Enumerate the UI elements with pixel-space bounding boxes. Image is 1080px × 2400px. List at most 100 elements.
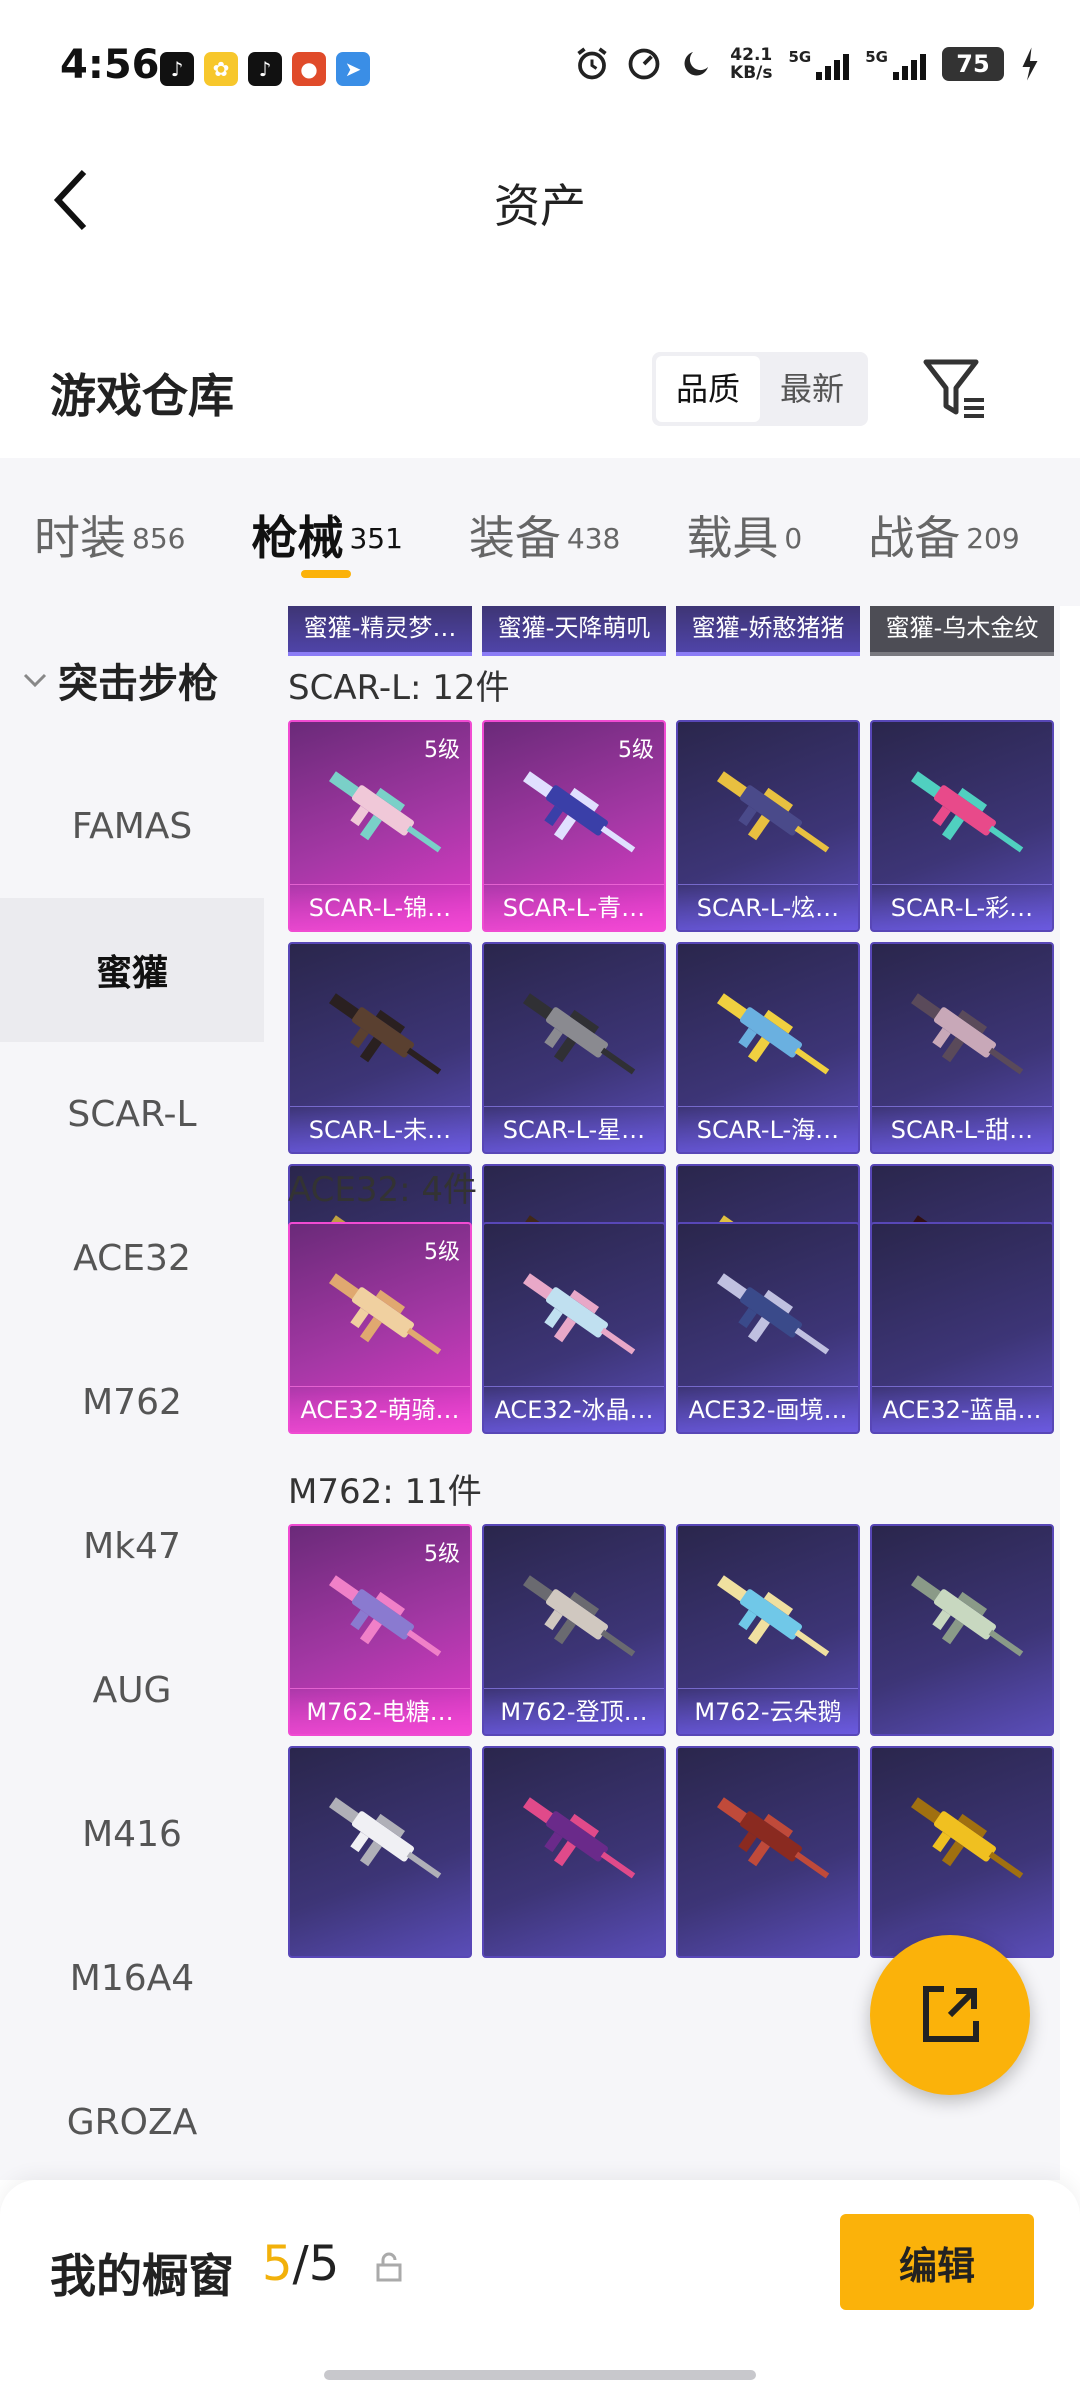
skin-card[interactable]: M762-登顶… (482, 1524, 666, 1736)
rifle-icon (329, 771, 442, 853)
status-time: 4:56 (60, 42, 160, 88)
warehouse-title: 游戏仓库 (50, 369, 234, 423)
signal-strength-1: 5G (789, 48, 850, 80)
showcase-count: 5/5 (262, 2236, 340, 2292)
level-badge: 5级 (618, 738, 654, 763)
rifle-icon (717, 1273, 830, 1355)
skin-card[interactable]: 蜜獾-乌木金纹 (870, 606, 1054, 656)
skin-grid: 5级 ACE32-萌骑… ACE32-冰晶… ACE32-画境… ACE32-蓝晶… (288, 1222, 1054, 1434)
skin-card[interactable]: 5级 SCAR-L-锦… (288, 720, 472, 932)
sidebar-item-aug[interactable]: AUG (0, 1618, 264, 1762)
skin-name: M762-电糖… (290, 1688, 470, 1734)
skin-card[interactable]: SCAR-L-炫… (676, 720, 860, 932)
skin-card[interactable]: 5级 ACE32-萌骑… (288, 1222, 472, 1434)
app-notification-icon: ✿ (204, 52, 238, 86)
section-title: SCAR-L: 12件 (288, 668, 510, 708)
rifle-icon (717, 1797, 830, 1879)
network-speed: 42.1 KB/s (730, 45, 773, 83)
skin-name: M762-登顶… (484, 1688, 664, 1734)
skin-name: SCAR-L-海… (678, 1106, 858, 1152)
skin-card[interactable]: M762-云朵鹅 (676, 1524, 860, 1736)
charging-icon (1022, 47, 1038, 81)
moon-icon (684, 52, 709, 76)
sidebar-item-groza[interactable]: GROZA (0, 2050, 264, 2180)
weapon-section: ACE32: 4件 5级 ACE32-萌骑… ACE32-冰晶… ACE32-画境… AC… (288, 1158, 1054, 1434)
skin-card[interactable]: SCAR-L-未… (288, 942, 472, 1154)
skin-card[interactable] (676, 1746, 860, 1958)
rifle-icon (329, 1273, 442, 1355)
skin-card[interactable]: 蜜獾-精灵梦… (288, 606, 472, 656)
rifle-icon (329, 1575, 442, 1657)
skin-card[interactable]: ACE32-冰晶… (482, 1222, 666, 1434)
sort-quality-option[interactable]: 品质 (656, 356, 760, 422)
skin-name: SCAR-L-甜… (872, 1106, 1052, 1152)
tab-equipment[interactable]: 装备 438 (469, 458, 620, 606)
skin-card[interactable]: 5级 SCAR-L-青… (482, 720, 666, 932)
skin-card[interactable] (482, 1746, 666, 1958)
rifle-icon (523, 993, 636, 1075)
skin-name: ACE32-冰晶… (484, 1386, 664, 1432)
skin-name: ACE32-蓝晶… (872, 1386, 1052, 1432)
tab-fashion[interactable]: 时装 856 (34, 458, 185, 606)
filter-icon[interactable] (920, 354, 990, 424)
edit-button[interactable]: 编辑 (840, 2214, 1034, 2310)
skin-name: ACE32-萌骑… (290, 1386, 470, 1432)
rifle-icon (717, 771, 830, 853)
share-button[interactable] (870, 1935, 1030, 2095)
skin-card[interactable]: ACE32-蓝晶… (870, 1222, 1054, 1434)
sidebar-item-m16a4[interactable]: M16A4 (0, 1906, 264, 2050)
sidebar-group-assault-rifles[interactable]: 突击步枪 (0, 606, 264, 754)
skin-grid: 5级 M762-电糖… M762-登顶… M762-云朵鹅 (288, 1524, 1054, 1958)
warehouse-header: 游戏仓库 品质 最新 (0, 330, 1080, 450)
speedometer-icon (628, 48, 660, 80)
skin-card[interactable]: 蜜獾-天降萌叽 (482, 606, 666, 656)
tab-vehicles[interactable]: 载具 0 (686, 458, 802, 606)
rifle-icon (329, 993, 442, 1075)
skin-card[interactable]: ACE32-画境… (676, 1222, 860, 1434)
skin-name: M762-云朵鹅 (678, 1688, 858, 1734)
skin-name: SCAR-L-锦… (290, 884, 470, 930)
weapon-sidebar: 突击步枪 FAMAS 蜜獾 SCAR-L ACE32 M762 Mk47 AUG… (0, 606, 264, 2180)
tiktok-icon: ♪ (248, 52, 282, 86)
rifle-icon (329, 1797, 442, 1879)
showcase-title: 我的橱窗 (50, 2249, 234, 2303)
sidebar-item-famas[interactable]: FAMAS (0, 754, 264, 898)
skin-card[interactable]: SCAR-L-彩… (870, 720, 1054, 932)
category-tabs: 时装 856 枪械 351 装备 438 载具 0 战备 209 (0, 458, 1080, 606)
rifle-icon (717, 993, 830, 1075)
sort-toggle: 品质 最新 (652, 352, 868, 426)
sidebar-item-scar-l[interactable]: SCAR-L (0, 1042, 264, 1186)
skin-card[interactable]: 蜜獾-娇憨猪猪 (676, 606, 860, 656)
sidebar-item-m762[interactable]: M762 (0, 1330, 264, 1474)
signal-strength-2: 5G (865, 48, 926, 80)
rifle-icon (523, 771, 636, 853)
level-badge: 5级 (424, 738, 460, 763)
sidebar-item-honey-badger[interactable]: 蜜獾 (0, 898, 264, 1042)
rifle-icon (523, 1273, 636, 1355)
skin-card[interactable]: SCAR-L-星… (482, 942, 666, 1154)
skin-card[interactable] (870, 1524, 1054, 1736)
rifle-icon (911, 1575, 1024, 1657)
tab-firearms[interactable]: 枪械 351 (251, 458, 403, 606)
page-title: 资产 (494, 179, 586, 233)
sidebar-item-ace32[interactable]: ACE32 (0, 1186, 264, 1330)
sidebar-item-mk47[interactable]: Mk47 (0, 1474, 264, 1618)
skin-card[interactable] (870, 1746, 1054, 1958)
lock-icon (376, 2252, 402, 2282)
skin-card[interactable]: SCAR-L-海… (676, 942, 860, 1154)
app-notification-icon: ● (292, 52, 326, 86)
sort-latest-option[interactable]: 最新 (760, 356, 864, 422)
skin-card[interactable]: SCAR-L-甜… (870, 942, 1054, 1154)
tab-active-indicator (301, 570, 352, 578)
skin-card[interactable]: 5级 M762-电糖… (288, 1524, 472, 1736)
rifle-icon (717, 1575, 830, 1657)
top-nav: 资产 (0, 130, 1080, 270)
skin-name: SCAR-L-彩… (872, 884, 1052, 930)
showcase-bar: 我的橱窗 5/5 编辑 (0, 2180, 1080, 2400)
send-icon: ➤ (336, 52, 370, 86)
sidebar-item-m416[interactable]: M416 (0, 1762, 264, 1906)
level-badge: 5级 (424, 1542, 460, 1567)
skin-card[interactable] (288, 1746, 472, 1958)
skin-name: SCAR-L-青… (484, 884, 664, 930)
tab-supplies[interactable]: 战备 209 (868, 458, 1019, 606)
